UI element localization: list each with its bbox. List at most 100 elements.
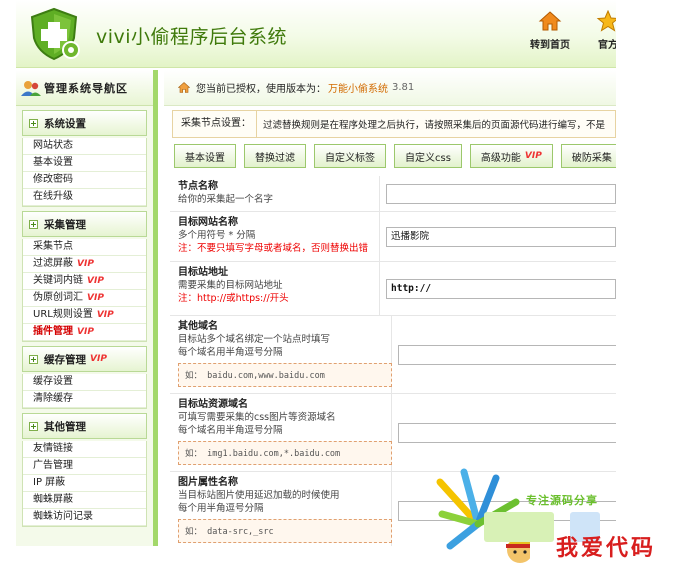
sidebar-item-friend-links[interactable]: 友情链接 bbox=[23, 441, 146, 458]
system-title: vivi小偷程序后台系统 bbox=[96, 26, 288, 48]
sidebar-item-spider-block[interactable]: 蜘蛛屏蔽 bbox=[23, 492, 146, 509]
field-warning: 注：http://或https://开头 bbox=[178, 293, 289, 304]
field-desc: 需要采集的目标网站地址 bbox=[178, 280, 283, 291]
tab-label: 基本设置 bbox=[185, 152, 225, 164]
field-desc: 给你的采集起一个名字 bbox=[178, 194, 274, 205]
form-row-image-attr: 图片属性名称 当目标站图片使用延迟加载的时候使用 每个用半角逗号分隔 如： da… bbox=[170, 472, 616, 546]
sidebar-item-keyword-links[interactable]: 关键词内链 VIP bbox=[23, 273, 146, 290]
official-link[interactable]: 官方 bbox=[586, 10, 616, 51]
field-example: 如： data-src,_src bbox=[178, 519, 392, 543]
field-label: 目标站资源域名 bbox=[178, 399, 248, 410]
tab-custom-css[interactable]: 自定义css bbox=[394, 144, 462, 168]
status-text: 您当前已授权，使用版本为： bbox=[196, 84, 326, 95]
sidebar-item-basic-settings[interactable]: 基本设置 bbox=[23, 155, 146, 172]
resource-domain-input[interactable] bbox=[398, 422, 616, 443]
tip-text: 过滤替换规则是在程序处理之后执行，请按照采集后的页面源代码进行编写，不是 bbox=[263, 120, 606, 131]
group-head-other[interactable]: 其他管理 bbox=[22, 413, 147, 439]
sidebar: 管理系统导航区 系统设置 网站状态 基本设置 修改密码 在线升级 采集管理 采集… bbox=[16, 70, 158, 546]
form-row-resource-domain: 目标站资源域名 可填写需要采集的css图片等资源域名 每个域名用半角逗号分隔 如… bbox=[170, 394, 616, 472]
group-other: 其他管理 友情链接 广告管理 IP 屏蔽 蜘蛛屏蔽 蜘蛛访问记录 bbox=[22, 413, 147, 527]
sidebar-item-plugins[interactable]: 插件管理 VIP bbox=[23, 324, 146, 341]
sidebar-item-ip-block[interactable]: IP 屏蔽 bbox=[23, 475, 146, 492]
sidebar-item-cache-settings[interactable]: 缓存设置 bbox=[23, 374, 146, 391]
tab-label: 自定义标签 bbox=[325, 152, 375, 164]
form-row-target-url: 目标站地址 需要采集的目标网站地址 注：http://或https://开头 h… bbox=[170, 262, 616, 316]
users-icon bbox=[21, 80, 41, 96]
sidebar-item-spider-log[interactable]: 蜘蛛访问记录 bbox=[23, 509, 146, 526]
tab-custom-tags[interactable]: 自定义标签 bbox=[314, 144, 386, 168]
field-label: 目标站地址 bbox=[178, 267, 228, 278]
official-link-label: 官方 bbox=[598, 40, 616, 51]
status-bar: 您当前已授权，使用版本为： 万能小偷系统 3.81 bbox=[164, 70, 616, 106]
expand-icon bbox=[29, 118, 38, 128]
tab-label: 替换过滤 bbox=[255, 152, 295, 164]
image-attr-input[interactable] bbox=[398, 500, 616, 521]
node-name-input[interactable] bbox=[386, 183, 616, 204]
nav-header: 管理系统导航区 bbox=[16, 70, 153, 106]
sidebar-item-pseudo-original[interactable]: 伪原创词汇 VIP bbox=[23, 290, 146, 307]
expand-icon bbox=[29, 354, 38, 364]
field-label: 节点名称 bbox=[178, 181, 218, 192]
group-label: 其他管理 bbox=[44, 420, 86, 433]
sidebar-item-url-rules[interactable]: URL规则设置 VIP bbox=[23, 307, 146, 324]
group-label: 系统设置 bbox=[44, 117, 86, 130]
field-example: 如： img1.baidu.com,*.baidu.com bbox=[178, 441, 392, 465]
tab-basic-settings[interactable]: 基本设置 bbox=[174, 144, 236, 168]
sidebar-item-change-password[interactable]: 修改密码 bbox=[23, 172, 146, 189]
field-desc: 多个用符号 * 分隔 bbox=[178, 230, 256, 241]
tab-label: 自定义css bbox=[405, 152, 451, 164]
tip-label: 采集节点设置： bbox=[173, 111, 257, 137]
sidebar-item-ads[interactable]: 广告管理 bbox=[23, 458, 146, 475]
item-label: URL规则设置 bbox=[33, 309, 93, 320]
field-desc: 目标站多个域名绑定一个站点时填写 bbox=[178, 334, 331, 345]
tab-advanced[interactable]: 高级功能 VIP bbox=[469, 144, 553, 168]
form-row-target-name: 目标网站名称 多个用符号 * 分隔 注：不要只填写字母或者域名，否则替换出错 迅… bbox=[170, 212, 616, 262]
tab-label: 破防采集 bbox=[571, 152, 612, 164]
group-head-system[interactable]: 系统设置 bbox=[22, 110, 147, 136]
expand-icon bbox=[29, 421, 38, 431]
group-head-cache[interactable]: 缓存管理 VIP bbox=[22, 346, 147, 372]
home-icon bbox=[538, 11, 562, 31]
tab-bar: 基本设置 替换过滤 自定义标签 自定义css 高级功能VIP 破防采集VIP bbox=[174, 144, 616, 168]
tab-anti-block[interactable]: 破防采集VIP bbox=[560, 144, 616, 168]
tab-label: 高级功能 bbox=[480, 152, 521, 164]
field-desc: 当目标站图片使用延迟加载的时候使用 bbox=[178, 490, 340, 501]
status-version: 万能小偷系统 bbox=[328, 84, 388, 95]
home-link-label: 转到首页 bbox=[530, 40, 570, 51]
tip-row: 采集节点设置： 过滤替换规则是在程序处理之后执行，请按照采集后的页面源代码进行编… bbox=[172, 110, 616, 138]
sidebar-item-collect-nodes[interactable]: 采集节点 bbox=[23, 239, 146, 256]
item-label: 插件管理 bbox=[33, 326, 73, 337]
shield-logo-icon bbox=[30, 7, 80, 61]
node-form: 节点名称 给你的采集起一个名字 目标网站名称 多个用符号 * 分隔 注：不要只填… bbox=[170, 176, 616, 546]
target-site-name-input[interactable]: 迅播影院 bbox=[386, 226, 616, 247]
field-desc: 可填写需要采集的css图片等资源域名 bbox=[178, 412, 336, 423]
vip-badge: VIP bbox=[87, 293, 104, 303]
group-label: 采集管理 bbox=[44, 218, 86, 231]
tab-replace-filter[interactable]: 替换过滤 bbox=[244, 144, 306, 168]
field-warning: 注：不要只填写字母或者域名，否则替换出错 bbox=[178, 243, 369, 254]
status-version-number: 3.81 bbox=[392, 82, 415, 93]
group-cache: 缓存管理 VIP 缓存设置 清除缓存 bbox=[22, 346, 147, 409]
star-icon bbox=[596, 10, 616, 32]
vip-badge: VIP bbox=[77, 259, 94, 269]
field-desc: 每个域名用半角逗号分隔 bbox=[178, 425, 283, 436]
sidebar-item-filter-block[interactable]: 过滤屏蔽 VIP bbox=[23, 256, 146, 273]
item-label: 采集节点 bbox=[33, 241, 73, 252]
item-label: 关键词内链 bbox=[33, 275, 83, 286]
home-icon bbox=[178, 82, 190, 93]
sidebar-item-clear-cache[interactable]: 清除缓存 bbox=[23, 391, 146, 408]
field-label: 目标网站名称 bbox=[178, 217, 238, 228]
other-domains-input[interactable] bbox=[398, 344, 616, 365]
sidebar-item-site-status[interactable]: 网站状态 bbox=[23, 138, 146, 155]
home-link[interactable]: 转到首页 bbox=[522, 10, 578, 51]
field-label: 图片属性名称 bbox=[178, 477, 238, 488]
target-site-url-input[interactable]: http:// bbox=[386, 278, 616, 299]
header: vivi小偷程序后台系统 转到首页 官方 bbox=[16, 0, 616, 68]
group-head-collect[interactable]: 采集管理 bbox=[22, 211, 147, 237]
vip-badge: VIP bbox=[90, 354, 107, 364]
group-label: 缓存管理 bbox=[44, 353, 86, 366]
main-panel: 您当前已授权，使用版本为： 万能小偷系统 3.81 采集节点设置： 过滤替换规则… bbox=[164, 70, 616, 546]
group-collect: 采集管理 采集节点 过滤屏蔽 VIP 关键词内链 VIP 伪原创词汇 VIP URL规… bbox=[22, 211, 147, 342]
expand-icon bbox=[29, 219, 38, 229]
sidebar-item-online-upgrade[interactable]: 在线升级 bbox=[23, 189, 146, 206]
